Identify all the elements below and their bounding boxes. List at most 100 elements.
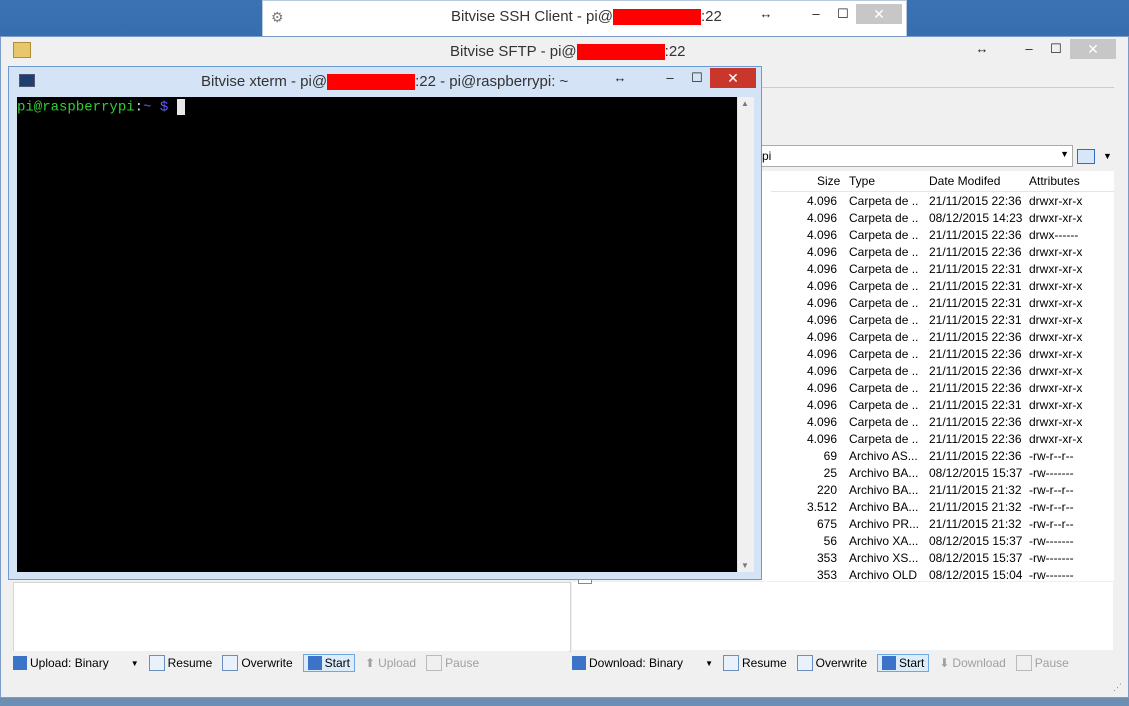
sftp-close-button[interactable]: ✕	[1070, 39, 1116, 59]
file-attributes: -rw-r--r--	[1029, 483, 1074, 497]
file-row[interactable]: 4.096 Carpeta de ... 21/11/2015 22:36 drwxr…	[761, 193, 1114, 210]
file-row[interactable]: 675 Archivo PR... 21/11/2015 21:32 -rw-r--r…	[761, 516, 1114, 533]
sftp-maximize-button[interactable]: ☐	[1041, 39, 1071, 59]
terminal-screen[interactable]: pi@raspberrypi:~ $	[17, 97, 737, 572]
file-date-modified: 21/11/2015 21:32	[929, 483, 1022, 497]
view-mode-dropdown-icon[interactable]: ▼	[1103, 151, 1112, 161]
file-row[interactable]: 4.096 Carpeta de ... 21/11/2015 22:36 drwxr…	[761, 380, 1114, 397]
remote-file-list[interactable]: Size Type Date Modifed Attributes 4.096 C…	[761, 171, 1114, 584]
file-row[interactable]: 4.096 Carpeta de ... 21/11/2015 22:36 drwxr…	[761, 363, 1114, 380]
file-row[interactable]: 4.096 Carpeta de ... 21/11/2015 22:31 drwxr…	[761, 295, 1114, 312]
file-row[interactable]: 3.512 Archivo BA... 21/11/2015 21:32 -rw-r-…	[761, 499, 1114, 516]
file-date-modified: 21/11/2015 22:36	[929, 381, 1022, 395]
upload-overwrite-button[interactable]: Overwrite	[222, 655, 293, 671]
prompt-user: pi@raspberrypi	[17, 99, 135, 116]
file-date-modified: 21/11/2015 22:36	[929, 432, 1022, 446]
file-row[interactable]: 220 Archivo BA... 21/11/2015 21:32 -rw-r--r…	[761, 482, 1114, 499]
remote-path-combobox[interactable]: pi ▼	[761, 145, 1073, 167]
file-attributes: drwxr-xr-x	[1029, 245, 1083, 259]
file-size: 4.096	[806, 381, 837, 395]
file-row[interactable]: 4.096 Carpeta de ... 21/11/2015 22:31 drwxr…	[761, 278, 1114, 295]
file-row[interactable]: 4.096 Carpeta de ... 08/12/2015 14:23 drwxr…	[761, 210, 1114, 227]
file-date-modified: 21/11/2015 22:31	[929, 313, 1022, 327]
file-row[interactable]: 69 Archivo AS... 21/11/2015 22:36 -rw-r--r-…	[761, 448, 1114, 465]
ssh-client-window[interactable]: ⚙ Bitvise SSH Client - pi@:22 ↔ – ☐ ✕	[262, 0, 907, 40]
remote-file-pane-bottom[interactable]	[572, 582, 1113, 650]
chevron-down-icon[interactable]: ▼	[1060, 149, 1069, 159]
file-size: 4.096	[806, 432, 837, 446]
file-row[interactable]: 4.096 Carpeta de ... 21/11/2015 22:31 drwxr…	[761, 261, 1114, 278]
ssh-maximize-button[interactable]: ☐	[828, 4, 858, 24]
download-overwrite-button[interactable]: Overwrite	[796, 655, 867, 671]
column-header-attributes[interactable]: Attributes	[1029, 171, 1080, 191]
ssh-resize-icon[interactable]: ↔	[751, 4, 781, 24]
xterm-close-button[interactable]: ✕	[710, 68, 756, 88]
xterm-maximize-button[interactable]: ☐	[682, 68, 712, 88]
download-start-button[interactable]: Start	[877, 654, 930, 672]
file-row[interactable]: 4.096 Carpeta de ... 21/11/2015 22:31 drwxr…	[761, 312, 1114, 329]
file-size: 56	[823, 534, 837, 548]
file-row[interactable]: 4.096 Carpeta de ... 21/11/2015 22:36 drwxr…	[761, 329, 1114, 346]
file-row[interactable]: 4.096 Carpeta de ... 21/11/2015 22:36 drwx-…	[761, 227, 1114, 244]
view-mode-icon[interactable]	[1077, 149, 1095, 164]
download-resume-label: Resume	[741, 656, 787, 670]
file-row[interactable]: 4.096 Carpeta de ... 21/11/2015 22:31 drwxr…	[761, 397, 1114, 414]
download-resume-button[interactable]: Resume	[722, 655, 787, 671]
file-type: Carpeta de ...	[849, 330, 919, 344]
file-type: Carpeta de ...	[849, 364, 919, 378]
xterm-titlebar[interactable]: Bitvise xterm - pi@:22 - pi@raspberrypi:…	[9, 67, 761, 95]
file-type: Carpeta de ...	[849, 415, 919, 429]
file-row[interactable]: 4.096 Carpeta de ... 21/11/2015 22:36 drwxr…	[761, 414, 1114, 431]
file-date-modified: 08/12/2015 15:37	[929, 466, 1023, 480]
file-attributes: -rw-------	[1029, 534, 1074, 548]
xterm-window[interactable]: Bitvise xterm - pi@:22 - pi@raspberrypi:…	[8, 66, 762, 580]
file-date-modified: 21/11/2015 22:36	[929, 449, 1022, 463]
upload-start-button[interactable]: Start	[302, 654, 356, 672]
upload-pause-button[interactable]: Pause	[426, 655, 479, 671]
file-row[interactable]: 4.096 Carpeta de ... 21/11/2015 22:36 drwxr…	[761, 244, 1114, 261]
resize-grip-icon[interactable]: ⋰	[1113, 682, 1122, 693]
file-type: Archivo PR...	[849, 517, 919, 531]
file-size: 4.096	[806, 364, 837, 378]
xterm-title: Bitvise xterm - pi@:22 - pi@raspberrypi:…	[201, 73, 568, 91]
file-row[interactable]: 353 Archivo XS... 08/12/2015 15:37 -rw-----…	[761, 550, 1114, 567]
file-row[interactable]: 25 Archivo BA... 08/12/2015 15:37 -rw------…	[761, 465, 1114, 482]
remote-path-value: pi	[762, 149, 772, 163]
column-header-size[interactable]: Size	[817, 171, 840, 191]
download-pause-label: Pause	[1034, 656, 1069, 670]
file-size: 4.096	[806, 296, 837, 310]
scroll-up-icon[interactable]: ▲	[741, 99, 749, 108]
download-mode-dropdown[interactable]: Download: Binary ▼	[572, 656, 713, 670]
local-file-pane[interactable]	[13, 582, 571, 652]
upload-mode-dropdown[interactable]: Upload: Binary ▼	[13, 656, 139, 670]
xterm-minimize-button[interactable]: –	[655, 68, 685, 88]
ssh-close-button[interactable]: ✕	[856, 4, 902, 24]
sftp-resize-icon[interactable]: ↔	[967, 39, 997, 59]
scroll-down-icon[interactable]: ▼	[741, 561, 749, 570]
file-attributes: drwx------	[1029, 228, 1079, 242]
start-icon	[882, 656, 897, 670]
sftp-minimize-button[interactable]: –	[1014, 39, 1044, 59]
ssh-client-title-prefix: Bitvise SSH Client - pi@	[451, 8, 613, 25]
file-row[interactable]: 353 Archivo OLD 08/12/2015 15:04 -rw-------	[761, 567, 1114, 584]
file-type: Archivo BA...	[849, 483, 919, 497]
terminal-scrollbar[interactable]: ▲ ▼	[738, 97, 754, 572]
xterm-resize-icon[interactable]: ↔	[605, 68, 635, 88]
file-row[interactable]: 4.096 Carpeta de ... 21/11/2015 22:36 drwxr…	[761, 346, 1114, 363]
redacted-host	[327, 74, 416, 91]
prompt-path: ~	[143, 99, 152, 116]
column-header-date[interactable]: Date Modifed	[929, 171, 1000, 191]
menu-divider	[761, 87, 1114, 88]
upload-resume-button[interactable]: Resume	[148, 655, 212, 671]
download-pause-button[interactable]: Pause	[1015, 655, 1069, 671]
file-type: Carpeta de ...	[849, 432, 919, 446]
ssh-client-titlebar[interactable]: ⚙ Bitvise SSH Client - pi@:22 ↔ – ☐ ✕	[263, 1, 906, 33]
file-size: 69	[823, 449, 837, 463]
upload-button[interactable]: ⬆ Upload	[365, 656, 416, 670]
download-button[interactable]: ⬇ Download	[939, 656, 1005, 670]
ssh-minimize-button[interactable]: –	[801, 4, 831, 24]
column-header-type[interactable]: Type	[849, 171, 875, 191]
file-row[interactable]: 4.096 Carpeta de ... 21/11/2015 22:36 drwxr…	[761, 431, 1114, 448]
file-row[interactable]: 56 Archivo XA... 08/12/2015 15:37 -rw------…	[761, 533, 1114, 550]
sftp-titlebar[interactable]: Bitvise SFTP - pi@:22 ↔ – ☐ ✕	[1, 37, 1128, 65]
